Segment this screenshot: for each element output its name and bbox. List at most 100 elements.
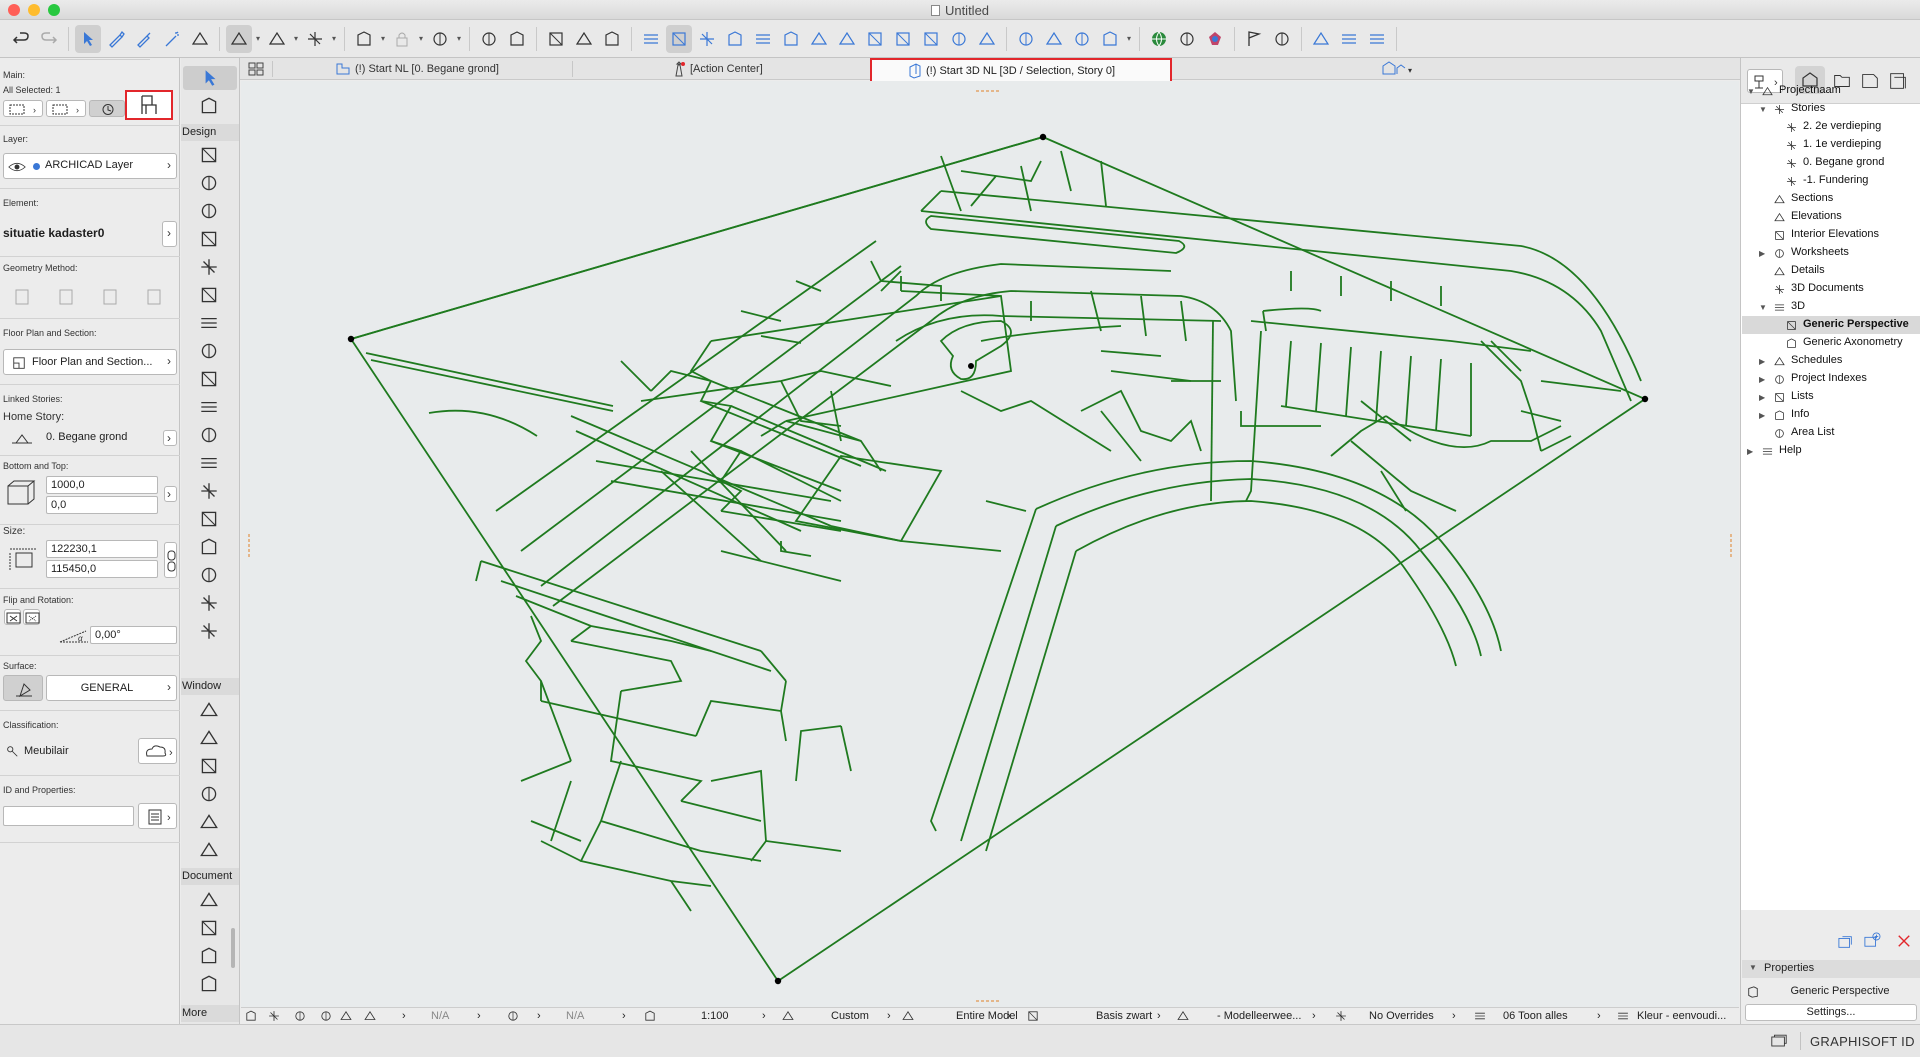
element-id-button[interactable]: › [162, 221, 177, 247]
toolbox-document-header[interactable]: Document [181, 868, 239, 885]
door-tool[interactable] [195, 339, 223, 363]
disclosure-closed-icon[interactable]: ▶ [1759, 411, 1765, 420]
nav-item[interactable]: Project Indexes [1791, 372, 1867, 384]
nav-item[interactable]: Worksheets [1791, 246, 1849, 258]
wall-tool[interactable] [195, 143, 223, 167]
layer-toggle-button[interactable] [351, 25, 377, 53]
graphisoft-id-link[interactable]: GRAPHISOFT ID [1810, 1034, 1915, 1049]
nav-item[interactable]: 1. 1e verdieping [1803, 138, 1881, 150]
bottom-elevation-field[interactable]: 1000,0 [46, 476, 158, 494]
connect-button[interactable] [1097, 25, 1123, 53]
nav-item[interactable]: 2. 2e verdieping [1803, 120, 1881, 132]
fillet-button[interactable] [862, 25, 888, 53]
zone-tool[interactable] [195, 535, 223, 559]
offset-button[interactable] [750, 25, 776, 53]
toolbox-more-header[interactable]: More [181, 1005, 239, 1022]
disclosure-open-icon[interactable]: ▼ [1747, 87, 1755, 96]
explode-button[interactable] [1041, 25, 1067, 53]
elevation-reference-button[interactable]: › [164, 486, 177, 502]
nav-item[interactable]: Lists [1791, 390, 1814, 402]
nav-item[interactable]: 3D [1791, 300, 1805, 312]
nav-item[interactable]: Area List [1791, 426, 1834, 438]
nav-item[interactable]: Stories [1791, 102, 1825, 114]
nav-item[interactable]: 0. Begane grond [1803, 156, 1884, 168]
marquee-tool[interactable] [195, 94, 223, 118]
surface-override-button[interactable] [3, 675, 43, 701]
view-options-button[interactable]: ▾ [1380, 60, 1416, 81]
nav-item[interactable]: Details [1791, 264, 1825, 276]
slab-tool[interactable] [195, 171, 223, 195]
beam-tool[interactable] [195, 255, 223, 279]
group-button[interactable] [974, 25, 1000, 53]
chevron-right-icon[interactable]: › [1312, 1010, 1316, 1022]
chevron-right-icon[interactable]: › [1157, 1010, 1161, 1022]
layout-book-tab-icon[interactable] [1859, 70, 1881, 92]
pen-button[interactable] [103, 25, 129, 53]
fit-button[interactable] [187, 25, 213, 53]
nav-item[interactable]: Interior Elevations [1791, 228, 1879, 240]
globe-button[interactable] [1146, 25, 1172, 53]
nav-item[interactable]: Sections [1791, 192, 1833, 204]
flag-button[interactable] [1241, 25, 1267, 53]
chevron-right-icon[interactable]: › [887, 1010, 891, 1022]
clone-folder-icon[interactable] [1863, 932, 1881, 948]
view-settings-button[interactable]: Settings... [1745, 1004, 1917, 1021]
polyline-tool[interactable] [195, 972, 223, 996]
slab-extra-tool[interactable] [195, 591, 223, 615]
layer-combination-value[interactable]: Custom [831, 1010, 869, 1022]
window-tool[interactable] [195, 367, 223, 391]
snap-guide-button[interactable] [226, 24, 252, 53]
floorplan-section-button[interactable]: Floor Plan and Section... › [3, 349, 177, 375]
disclosure-closed-icon[interactable]: ▶ [1759, 357, 1765, 366]
size-link-toggle[interactable] [164, 542, 177, 578]
renovation-value[interactable]: 06 Toon alles [1503, 1010, 1568, 1022]
marquee-filter-button[interactable]: › [46, 100, 86, 117]
nav-item[interactable]: Projectnaam [1779, 84, 1841, 96]
markup-button[interactable] [1269, 25, 1295, 53]
undo-button[interactable] [8, 25, 34, 53]
chevron-right-icon[interactable]: › [1597, 1010, 1601, 1022]
object-tool[interactable] [195, 479, 223, 503]
chevron-down-icon[interactable]: ▾ [1125, 34, 1133, 43]
guide-line-button[interactable] [264, 25, 290, 53]
notification-icon[interactable] [1770, 1034, 1788, 1049]
rotate-button[interactable] [694, 25, 720, 53]
nav-item[interactable]: 3D Documents [1791, 282, 1864, 294]
sync-button[interactable] [1336, 25, 1362, 53]
elevation-tool[interactable] [195, 726, 223, 750]
toolbox-design-header[interactable]: Design [181, 124, 239, 141]
new-view-icon[interactable] [1837, 934, 1855, 950]
stair-tool[interactable] [195, 395, 223, 419]
magic-wand-button[interactable] [159, 25, 185, 53]
3d-canvas[interactable] [241, 81, 1739, 1007]
disclosure-closed-icon[interactable]: ▶ [1759, 393, 1765, 402]
hatch-button[interactable] [504, 25, 530, 53]
ungroup-button[interactable] [1069, 25, 1095, 53]
solid-ops-button[interactable] [1013, 25, 1039, 53]
selection-filter-button[interactable]: › [3, 100, 43, 117]
chevron-down-icon[interactable]: ▾ [254, 34, 262, 43]
disclosure-open-icon[interactable]: ▼ [1759, 105, 1767, 114]
morph-tool[interactable] [195, 563, 223, 587]
properties-header[interactable]: ▼ Properties [1742, 960, 1920, 978]
grid-snap-button[interactable] [302, 25, 328, 53]
skylight-tool[interactable] [195, 619, 223, 643]
worksheet-tool[interactable] [195, 782, 223, 806]
chevron-down-icon[interactable]: ▾ [455, 34, 463, 43]
nav-item[interactable]: Generic Axonometry [1803, 336, 1903, 348]
render-button[interactable] [1202, 25, 1228, 53]
layer-selector[interactable]: ARCHICAD Layer › [3, 153, 177, 179]
dimension-button[interactable] [427, 25, 453, 53]
chevron-right-icon[interactable]: › [402, 1010, 406, 1022]
chevron-down-icon[interactable]: ▾ [330, 34, 338, 43]
curtain-wall-tool[interactable] [195, 311, 223, 335]
disclosure-open-icon[interactable]: ▼ [1759, 303, 1767, 312]
site-drawing[interactable] [241, 81, 1739, 1007]
disclosure-closed-icon[interactable]: ▶ [1747, 447, 1753, 456]
nav-item[interactable]: Schedules [1791, 354, 1842, 366]
toolbox-window-header[interactable]: Window [181, 678, 239, 695]
tab-3d-window[interactable]: (!) Start 3D NL [3D / Selection, Story 0… [870, 58, 1172, 83]
dim-radial-button[interactable] [599, 25, 625, 53]
disclosure-closed-icon[interactable]: ▶ [1759, 375, 1765, 384]
selection-hotspots[interactable] [347, 133, 1649, 985]
